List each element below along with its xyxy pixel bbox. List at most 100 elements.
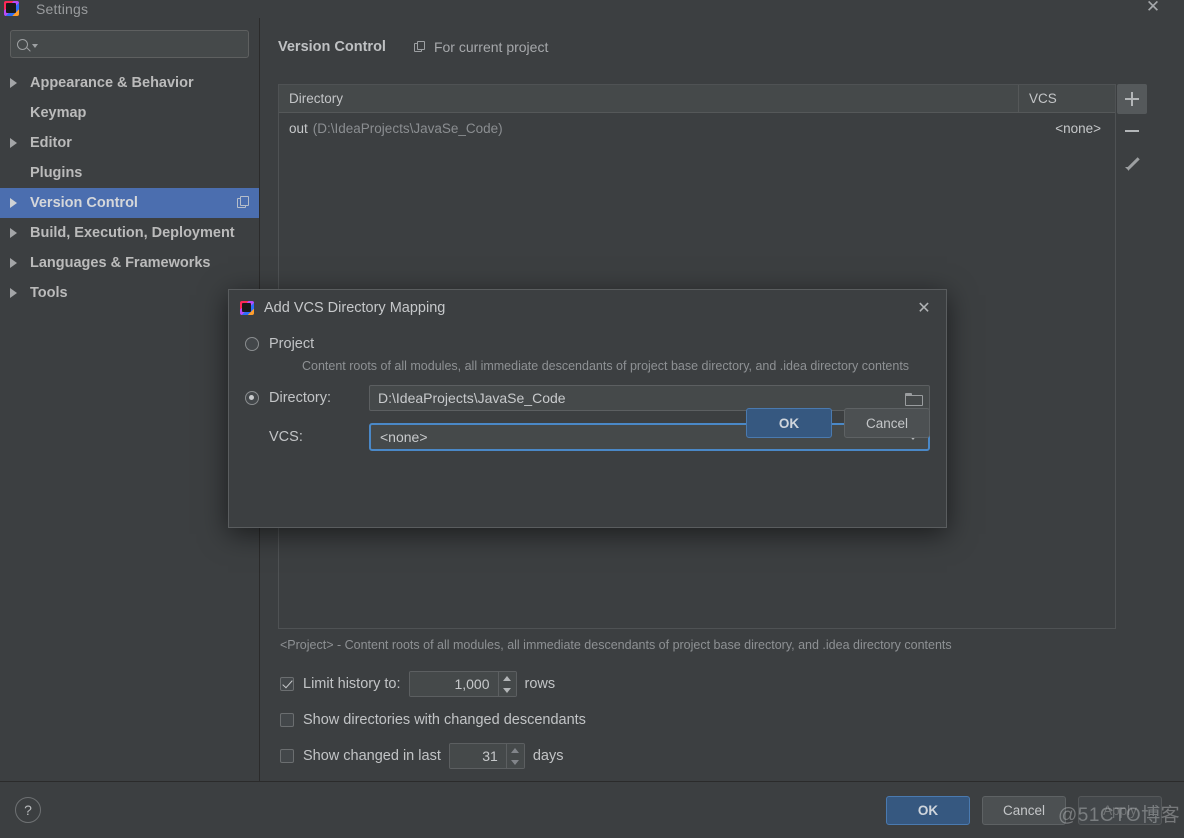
stepper-up-icon[interactable] (507, 744, 524, 756)
chevron-right-icon[interactable] (10, 288, 24, 298)
sidebar-item-tools[interactable]: Tools (0, 278, 259, 308)
stepper-down-icon[interactable] (507, 756, 524, 768)
page-title: Version Control (278, 39, 386, 55)
plus-icon (1125, 92, 1139, 106)
sidebar-item-label: Appearance & Behavior (30, 75, 194, 91)
copy-icon (413, 40, 427, 54)
settings-tree: Appearance & Behavior Keymap Editor Plug… (0, 68, 259, 308)
project-hint-text: Content roots of all modules, all immedi… (302, 359, 910, 373)
column-header-directory[interactable]: Directory (279, 85, 1019, 112)
show-directories-label: Show directories with changed descendant… (303, 712, 586, 728)
scope-indicator[interactable]: For current project (413, 39, 549, 55)
radio-option-project[interactable]: Project (245, 331, 930, 357)
chevron-right-icon[interactable] (10, 198, 24, 208)
app-icon (4, 1, 20, 17)
settings-window: Settings ✕ Appearance & Behavior Keymap (0, 0, 1184, 838)
settings-cancel-button[interactable]: Cancel (982, 795, 1066, 825)
show-changed-checkbox[interactable] (280, 749, 294, 763)
option-limit-history: Limit history to: rows (280, 666, 1160, 702)
table-row[interactable]: out (D:\IdeaProjects\JavaSe_Code) <none> (279, 113, 1115, 143)
search-input[interactable] (43, 36, 242, 52)
window-titlebar: Settings (0, 0, 1184, 18)
limit-history-stepper-buttons[interactable] (497, 672, 516, 696)
limit-history-suffix: rows (524, 676, 556, 692)
chevron-right-icon[interactable] (10, 78, 24, 88)
cell-vcs: <none> (1019, 121, 1115, 136)
dialog-title: Add VCS Directory Mapping (264, 300, 446, 316)
stepper-down-icon[interactable] (499, 684, 516, 696)
project-radio-label: Project (269, 336, 315, 352)
cell-directory: out (D:\IdeaProjects\JavaSe_Code) (279, 121, 1019, 136)
sidebar-item-appearance-behavior[interactable]: Appearance & Behavior (0, 68, 259, 98)
sidebar-item-version-control[interactable]: Version Control (0, 188, 259, 218)
copy-icon (237, 196, 251, 210)
sidebar-item-label: Plugins (30, 165, 83, 181)
dialog-actions: OK Cancel (734, 408, 930, 438)
limit-history-input[interactable] (409, 672, 498, 696)
edit-mapping-button[interactable] (1117, 148, 1147, 178)
dialog-cancel-button[interactable]: Cancel (844, 408, 930, 438)
sidebar-item-build-execution-deployment[interactable]: Build, Execution, Deployment (0, 218, 259, 248)
settings-apply-button: Apply (1078, 795, 1162, 825)
pencil-icon (1124, 156, 1140, 171)
directory-path: (D:\IdeaProjects\JavaSe_Code) (312, 120, 503, 136)
show-changed-input[interactable] (449, 744, 506, 768)
show-changed-label: Show changed in last (303, 748, 441, 764)
directory-label: Directory: (269, 390, 332, 406)
option-show-directories: Show directories with changed descendant… (280, 702, 1160, 738)
scope-label: For current project (433, 39, 549, 55)
directory-input[interactable] (378, 390, 905, 406)
chevron-right-icon[interactable] (10, 228, 24, 238)
show-changed-suffix: days (532, 748, 564, 764)
settings-footer: ? OK Cancel Apply (0, 781, 1184, 838)
stepper-up-icon[interactable] (499, 672, 516, 684)
show-directories-checkbox[interactable] (280, 713, 294, 727)
sidebar-item-label: Build, Execution, Deployment (30, 225, 235, 241)
sidebar-item-label: Editor (30, 135, 72, 151)
option-show-changed-in-last: Show changed in last days (280, 738, 1160, 774)
remove-mapping-button[interactable] (1117, 116, 1147, 146)
minus-icon (1125, 124, 1139, 138)
vcs-options: Limit history to: rows Show directories … (280, 666, 1160, 774)
sidebar-item-languages-frameworks[interactable]: Languages & Frameworks (0, 248, 259, 278)
show-changed-stepper[interactable] (448, 743, 525, 769)
sidebar-item-label: Keymap (30, 105, 87, 121)
sidebar-item-keymap[interactable]: Keymap (0, 98, 259, 128)
folder-icon[interactable] (905, 392, 923, 406)
add-vcs-directory-mapping-dialog: Add VCS Directory Mapping ✕ Project Cont… (228, 289, 947, 528)
chevron-right-icon[interactable] (10, 138, 24, 148)
project-scope-note: <Project> - Content roots of all modules… (280, 638, 952, 652)
directory-radio[interactable] (245, 391, 259, 405)
limit-history-stepper[interactable] (408, 671, 517, 697)
search-box[interactable] (10, 30, 249, 58)
search-icon (17, 38, 38, 50)
dialog-ok-button[interactable]: OK (746, 408, 832, 438)
dialog-titlebar: Add VCS Directory Mapping ✕ (229, 290, 946, 326)
dialog-close-icon[interactable]: ✕ (912, 296, 936, 320)
sidebar-item-plugins[interactable]: Plugins (0, 158, 259, 188)
vcs-value: <none> (1055, 120, 1101, 136)
table-toolbar (1116, 84, 1148, 629)
limit-history-checkbox[interactable] (280, 677, 294, 691)
add-mapping-button[interactable] (1117, 84, 1147, 114)
show-changed-stepper-buttons[interactable] (505, 744, 524, 768)
content-header: Version Control For current project (261, 18, 1184, 62)
window-close-icon[interactable]: ✕ (1142, 0, 1164, 17)
dialog-body: Project Content roots of all modules, al… (229, 326, 946, 451)
limit-history-label: Limit history to: (303, 676, 401, 692)
vcs-label: VCS: (269, 429, 303, 445)
project-radio[interactable] (245, 337, 259, 351)
chevron-right-icon[interactable] (10, 258, 24, 268)
directory-name: out (289, 120, 308, 136)
settings-sidebar: Appearance & Behavior Keymap Editor Plug… (0, 18, 260, 781)
table-header-row: Directory VCS (279, 85, 1115, 113)
settings-ok-button[interactable]: OK (886, 795, 970, 825)
column-header-vcs[interactable]: VCS (1019, 85, 1115, 112)
sidebar-item-editor[interactable]: Editor (0, 128, 259, 158)
sidebar-item-label: Version Control (30, 195, 138, 211)
window-title: Settings (36, 1, 89, 17)
help-button[interactable]: ? (15, 797, 41, 823)
sidebar-item-label: Tools (30, 285, 68, 301)
sidebar-item-label: Languages & Frameworks (30, 255, 211, 271)
search-wrapper (10, 30, 249, 58)
